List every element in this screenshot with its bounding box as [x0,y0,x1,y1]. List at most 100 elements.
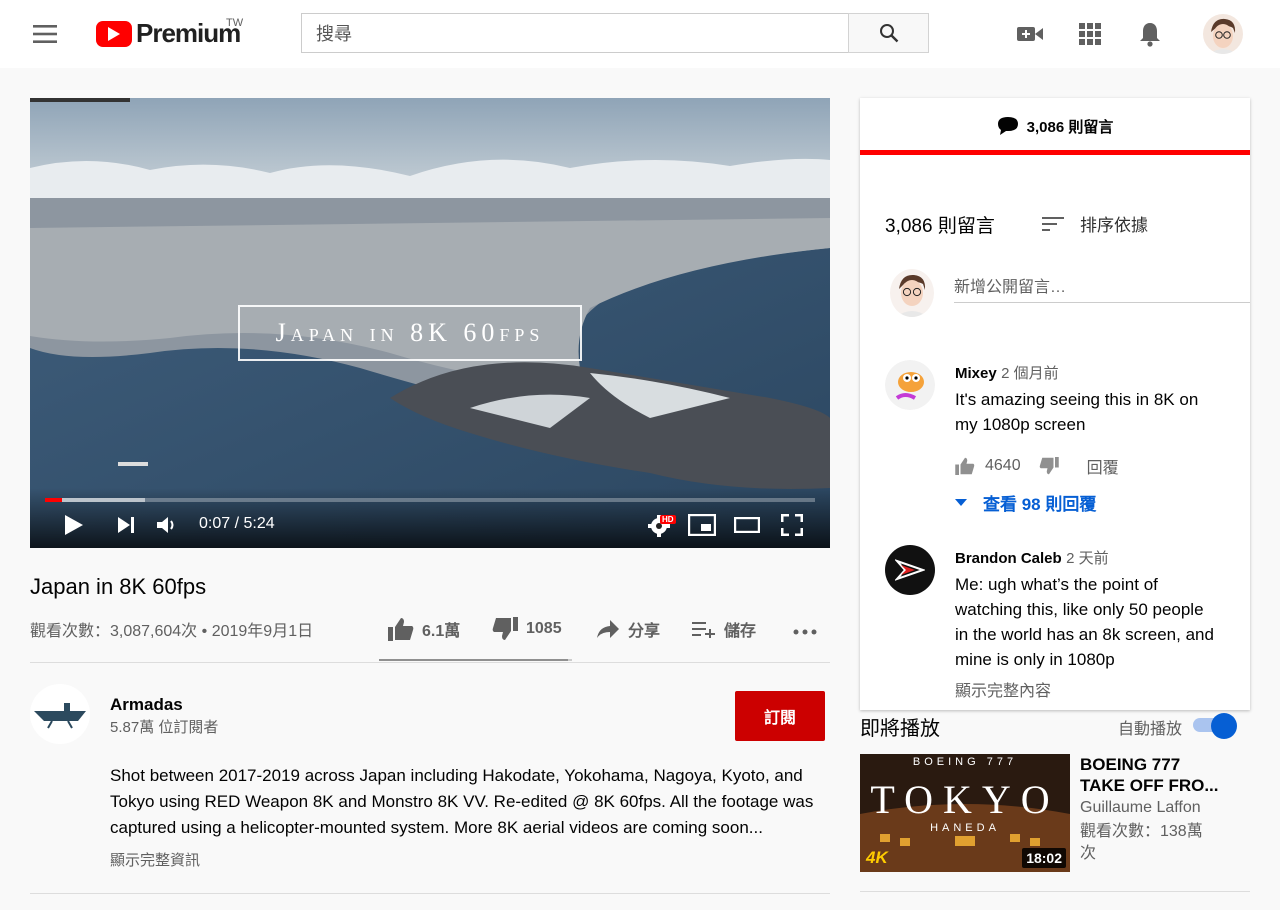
video-description: Shot between 2017-2019 across Japan incl… [110,763,830,841]
comment-line: my 1080p screen [955,415,1086,434]
like-count: 6.1萬 [422,623,461,640]
view-count: 觀看次數：3,087,604次 [30,623,198,640]
sort-label: 排序依據 [1080,216,1148,235]
show-full-comment[interactable]: 顯示完整內容 [955,677,1051,701]
comment-like-icon[interactable] [955,457,975,475]
thumbnail-caption-main: TOKYO [870,777,1060,822]
comments-count: 3,086 則留言 [885,216,995,237]
video-title: Japan in 8K 60fps [30,574,207,599]
up-next-title-line: BOEING 777 [1080,755,1181,774]
comment-header: Brandon Caleb 2 天前 [955,547,1109,568]
up-next-title-line: TAKE OFF FRO... [1080,776,1219,795]
miniplayer-icon[interactable] [687,512,717,538]
next-video-icon[interactable] [114,513,138,537]
comment-time[interactable]: 2 個月前 [1001,365,1059,382]
search-icon [879,24,898,43]
youtube-premium-logo[interactable]: Premium TW [96,17,244,49]
comment-author[interactable]: Brandon Caleb [955,550,1062,567]
video-player[interactable]: Japan in 8K 60fps 0:07 / 5:24 HD [30,98,830,548]
dislike-button[interactable]: 1085 [492,617,562,641]
active-tab-indicator [860,150,1250,155]
sentiment-like-fill [379,659,569,661]
description-divider [30,893,830,894]
create-video-icon[interactable] [1015,20,1045,48]
menu-icon[interactable] [30,20,60,48]
volume-icon[interactable] [155,513,179,537]
comments-tab[interactable]: 3,086 則留言 [860,98,1250,154]
up-next-views-line: 次 [1080,845,1097,862]
share-button[interactable]: 分享 [596,617,660,641]
reply-button[interactable]: 回覆 [1087,454,1119,478]
play-icon[interactable] [62,513,86,537]
search-button[interactable] [848,13,929,53]
view-replies-label: 查看 98 則回覆 [983,495,1097,514]
description-line: Shot between 2017-2019 across Japan incl… [110,766,803,785]
brand-name: Premium [136,18,241,48]
subscriber-count: 5.87萬 位訂閱者 [110,719,219,736]
share-label: 分享 [628,623,661,640]
current-time: 0:07 [199,515,231,532]
more-actions-icon[interactable] [790,621,820,643]
share-arrow-icon [597,620,619,638]
aircraft-carrier-logo-icon [34,703,86,729]
sort-button[interactable]: 排序依據 [1042,211,1148,236]
save-button[interactable]: 儲存 [692,617,756,641]
progress-bar[interactable] [45,498,815,502]
video-meta: 觀看次數：3,087,604次 • 2019年9月1日 [30,617,313,641]
save-label: 儲存 [724,623,757,640]
channel-avatar[interactable] [30,684,90,744]
ad-marker-bar [30,98,130,102]
account-avatar[interactable] [1203,14,1243,54]
comments-panel: 3,086 則留言 3,086 則留言 排序依據 新增公開留言… Mixey 2… [860,98,1250,710]
region-code: TW [226,17,244,29]
autoplay-toggle[interactable] [1193,713,1237,739]
thumbnail-caption-top: BOEING 777 [912,756,1018,768]
comment-line: watching this, like only 50 people [955,600,1204,619]
commenter-avatar[interactable] [885,360,935,410]
comment-dislike-icon[interactable] [1039,457,1059,475]
up-next-title[interactable]: BOEING 777 TAKE OFF FRO... [1080,754,1219,796]
notifications-bell-icon[interactable] [1135,19,1165,49]
dislike-count: 1085 [526,620,562,637]
youtube-play-logo-icon [96,20,132,47]
apps-grid-icon[interactable] [1075,20,1105,48]
search-placeholder: 搜尋 [316,24,352,44]
masthead: Premium TW 搜尋 [0,0,1280,68]
channel-name[interactable]: Armadas [110,695,183,715]
thumbs-down-icon [492,617,518,640]
show-more-description[interactable]: 顯示完整資訊 [110,849,200,870]
view-replies-button[interactable]: 查看 98 則回覆 [955,490,1096,515]
time-separator: / [234,515,240,532]
fullscreen-icon[interactable] [777,512,807,538]
comment-text: It's amazing seeing this in 8K on my 108… [955,387,1235,437]
duration: 5:24 [243,515,275,532]
add-comment-input[interactable]: 新增公開留言… [954,273,1250,303]
comment-line: mine is only in 1080p [955,650,1115,669]
playlist-add-icon [692,622,715,638]
comments-tab-label: 3,086 則留言 [1026,118,1114,136]
subscribe-button[interactable]: 訂閱 [735,691,825,741]
theater-mode-icon[interactable] [732,512,762,538]
search-input[interactable]: 搜尋 [301,13,849,53]
like-button[interactable]: 6.1萬 [388,617,460,641]
comment-line: Me: ugh what’s the point of [955,575,1158,594]
comment-bubble-icon [997,117,1018,135]
comment-line: It's amazing seeing this in 8K on [955,390,1199,409]
comment-time[interactable]: 2 天前 [1066,550,1109,567]
up-next-thumbnail[interactable]: BOEING 777 TOKYO HANEDA 4K 18:02 [860,754,1070,872]
sort-icon [1042,216,1064,231]
info-divider [30,662,830,663]
autoplay-label: 自動播放 [1118,721,1183,738]
thumbnail-4k-badge: 4K [866,848,888,867]
video-overlay-title-box: Japan in 8K 60fps [238,305,582,361]
description-line: Tokyo using RED Weapon 8K and Monstro 8K… [110,792,814,811]
up-next-views-line: 觀看次數：138萬 [1080,823,1203,840]
user-avatar [890,269,934,317]
comment-header: Mixey 2 個月前 [955,362,1059,383]
comment-author[interactable]: Mixey [955,365,997,382]
comment-like-count: 4640 [985,457,1021,474]
commenter-avatar[interactable] [885,545,935,595]
video-overlay-title: Japan in 8K 60fps [275,318,545,347]
settings-gear-icon[interactable]: HD [644,511,676,539]
comment-actions: 4640 回覆 [955,454,1119,478]
